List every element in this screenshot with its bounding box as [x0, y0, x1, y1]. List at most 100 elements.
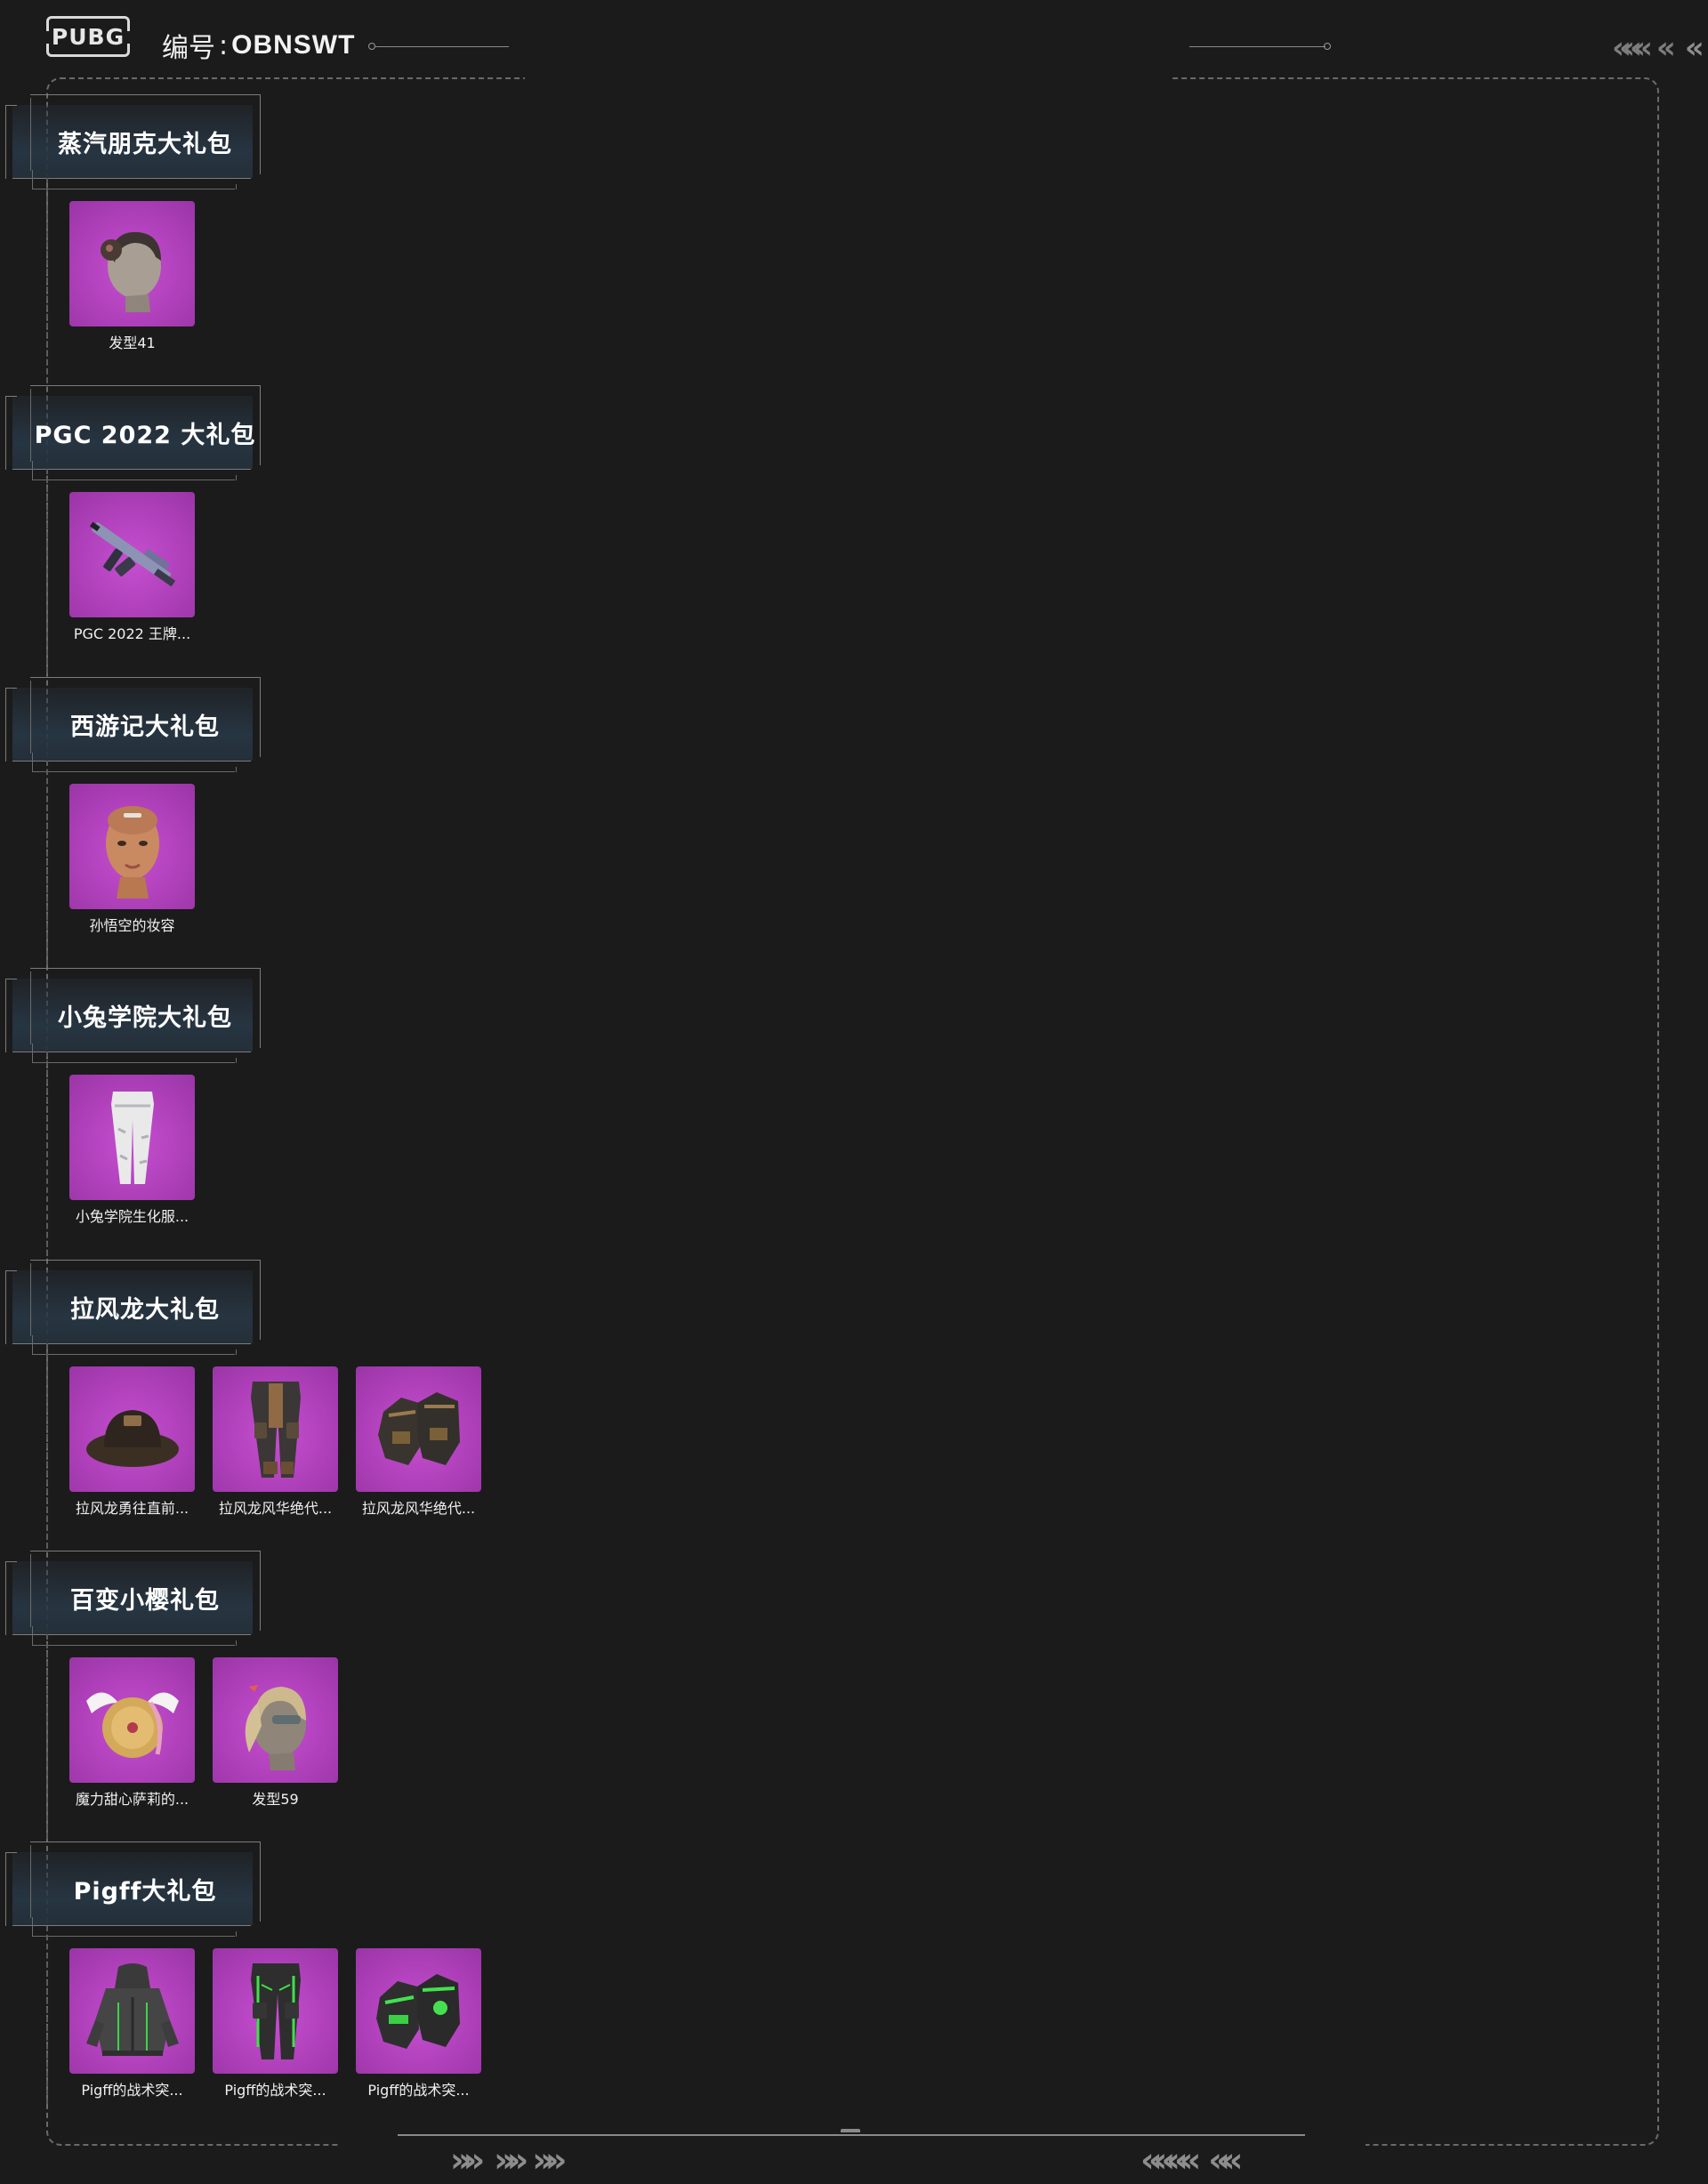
title-box-decoration: [148, 184, 237, 189]
bundle-items: PGC 2022 王牌...: [69, 492, 195, 643]
bundle-title: PGC 2022 大礼包: [34, 421, 256, 449]
item-thumbnail[interactable]: [69, 1657, 195, 1783]
bundle-title-box: PGC 2022 大礼包: [0, 383, 267, 480]
bundle-title-box: Pigff大礼包: [0, 1840, 267, 1937]
title-box-decoration: [260, 385, 261, 456]
serial-number: 编号 : OBNSWT: [162, 25, 355, 66]
item-card[interactable]: 发型41: [69, 201, 195, 352]
title-box-decoration: [260, 1039, 261, 1048]
rifle-icon: [89, 521, 175, 586]
item-card[interactable]: Pigff的战术突...: [213, 1948, 338, 2099]
title-box-decoration: [148, 1931, 237, 1937]
tactical-gloves-icon: [375, 1973, 460, 2049]
title-box-decoration: [148, 1058, 237, 1063]
title-box-decoration: [260, 677, 261, 748]
item-card[interactable]: 孙悟空的妆容: [69, 784, 195, 935]
bundle-title: 拉风龙大礼包: [70, 1295, 220, 1324]
item-thumbnail[interactable]: [356, 1366, 481, 1492]
hairstyle-bun-icon: [100, 231, 161, 312]
item-card[interactable]: 拉风龙勇往直前...: [69, 1366, 195, 1518]
item-card[interactable]: 拉风龙风华绝代...: [213, 1366, 338, 1518]
header-line-left: [375, 46, 509, 47]
title-box-decoration: [148, 1640, 237, 1646]
footer-chevrons-right-icon: »»»»»»: [450, 2140, 567, 2180]
header-line-right: [1189, 46, 1325, 47]
bundle-title: 小兔学院大礼包: [58, 1003, 232, 1032]
title-box-decoration: [5, 688, 17, 762]
guide-line: [46, 1926, 48, 2104]
item-thumbnail[interactable]: [69, 784, 195, 909]
item-card[interactable]: PGC 2022 王牌...: [69, 492, 195, 643]
item-card[interactable]: 小兔学院生化服...: [69, 1075, 195, 1226]
title-box-decoration: [5, 1561, 17, 1635]
header-line-dot-left: [368, 43, 375, 50]
guide-line: [46, 469, 48, 673]
bundle-title: 蒸汽朋克大礼包: [58, 130, 232, 158]
item-thumbnail[interactable]: [213, 1366, 338, 1492]
serial-separator: :: [219, 29, 229, 61]
item-name: 发型41: [109, 334, 156, 351]
item-name: 发型59: [252, 1791, 299, 1808]
item-card[interactable]: 拉风龙风华绝代...: [356, 1366, 481, 1518]
bundle-title-box: 拉风龙大礼包: [0, 1258, 267, 1355]
winged-backpack-icon: [85, 1691, 179, 1758]
bundle-section: Pigff大礼包 Pigff的战术突... Pigff的战术突... Pigff的战术…: [0, 1840, 623, 2107]
bundle-title-box: 小兔学院大礼包: [0, 966, 267, 1063]
title-box-decoration: [260, 1841, 261, 1913]
title-box-decoration: [260, 968, 261, 1039]
item-name: 孙悟空的妆容: [89, 917, 175, 934]
item-name: Pigff的战术突...: [224, 2082, 326, 2099]
item-card[interactable]: Pigff的战术突...: [356, 1948, 481, 2099]
title-box-decoration: [30, 677, 260, 678]
item-thumbnail[interactable]: [69, 1948, 195, 2074]
title-box-decoration: [30, 385, 260, 386]
bundle-items: 魔力甜心萨莉的... 发型59: [69, 1657, 338, 1809]
item-thumbnail[interactable]: [356, 1948, 481, 2074]
item-thumbnail[interactable]: [213, 1657, 338, 1783]
tactical-pants-icon: [250, 1962, 301, 2059]
item-name: 魔力甜心萨莉的...: [75, 1791, 189, 1808]
bundle-section: 西游记大礼包孙悟空的妆容: [0, 675, 623, 942]
bundle-title-box: 百变小樱礼包: [0, 1549, 267, 1646]
header-chevrons-left-icon: «««««: [1612, 30, 1704, 66]
bundle-items: Pigff的战术突... Pigff的战术突... Pigff的战术突...: [69, 1948, 481, 2099]
bundle-section: PGC 2022 大礼包 PGC 2022 王牌...: [0, 383, 623, 650]
title-box-decoration: [148, 767, 237, 772]
logo-text: PUBG: [51, 23, 125, 50]
bundle-items: 孙悟空的妆容: [69, 784, 195, 935]
face-makeup-icon: [105, 805, 159, 899]
title-box-decoration: [30, 1841, 260, 1842]
title-box-decoration: [260, 94, 261, 165]
title-box-decoration: [148, 1350, 237, 1355]
hooded-jacket-icon: [85, 1962, 179, 2056]
header-line-dot-right: [1324, 43, 1331, 50]
guide-line: [46, 178, 48, 383]
title-box-decoration: [5, 105, 17, 179]
title-box-decoration: [260, 1622, 261, 1631]
title-box-decoration: [260, 456, 261, 465]
footer-chevrons-left-icon: ««««««: [1140, 2140, 1243, 2180]
item-thumbnail[interactable]: [213, 1948, 338, 2074]
title-box-decoration: [260, 1260, 261, 1331]
guide-line: [46, 1052, 48, 1256]
item-name: 拉风龙勇往直前...: [75, 1500, 189, 1517]
bundle-section: 百变小樱礼包魔力甜心萨莉的... 发型59: [0, 1549, 623, 1816]
item-card[interactable]: 发型59: [213, 1657, 338, 1809]
bundle-title-box: 西游记大礼包: [0, 675, 267, 772]
item-thumbnail[interactable]: [69, 1075, 195, 1200]
frame-gap-top: [525, 75, 1172, 82]
serial-label: 编号: [162, 33, 215, 64]
item-thumbnail[interactable]: [69, 201, 195, 326]
bundle-title: 百变小樱礼包: [70, 1586, 220, 1615]
title-box-decoration: [5, 1852, 17, 1926]
hairstyle-ponytail-icon: [245, 1684, 306, 1770]
item-name: Pigff的战术突...: [367, 2082, 470, 2099]
bundle-section: 拉风龙大礼包拉风龙勇往直前... 拉风龙风华绝代... 拉风龙风华绝代...: [0, 1258, 623, 1525]
white-pants-icon: [110, 1091, 154, 1184]
item-card[interactable]: 魔力甜心萨莉的...: [69, 1657, 195, 1809]
guide-line: [46, 1634, 48, 1839]
item-thumbnail[interactable]: [69, 1366, 195, 1492]
serial-code: OBNSWT: [231, 30, 356, 60]
item-card[interactable]: Pigff的战术突...: [69, 1948, 195, 2099]
item-thumbnail[interactable]: [69, 492, 195, 617]
